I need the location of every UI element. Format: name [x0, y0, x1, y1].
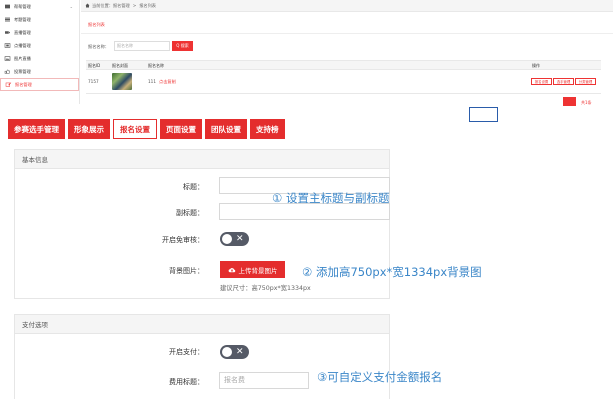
sidebar: 帮帮管理 ⌄ 考题管理 直播管理 点播管理 图片直播 投票管理 报名管理 [0, 0, 80, 104]
tab-image-display[interactable]: 形象展示 [68, 119, 110, 139]
breadcrumb-prefix: 当前位置： [92, 2, 113, 8]
tab-page-settings[interactable]: 页面设置 [160, 119, 202, 139]
cloud-upload-icon [228, 267, 235, 272]
thumbs-up-icon [4, 69, 10, 74]
sidebar-item-vod[interactable]: 点播管理 [0, 39, 79, 52]
column-header-ops: 操作 [532, 63, 540, 68]
sidebar-item-label: 考题管理 [14, 16, 31, 22]
subtitle-label: 副标题： [176, 209, 204, 217]
column-header-id: 报名ID [88, 63, 101, 68]
film-icon [4, 43, 11, 48]
panel-title: 基本信息 [15, 150, 389, 169]
sidebar-item-exam[interactable]: 考题管理 [0, 13, 79, 26]
tab-signup-list[interactable]: 报名列表 [88, 22, 105, 28]
search-button[interactable]: Q 搜索 [172, 41, 193, 51]
column-header-name: 报名名称 [148, 63, 164, 68]
sidebar-item-label: 直播管理 [14, 29, 31, 35]
tab-signup-settings[interactable]: 报名设置 [113, 119, 157, 139]
row-name: 111 [148, 79, 156, 84]
image-icon [4, 56, 11, 61]
sidebar-item-label: 报名管理 [15, 81, 32, 87]
toggle-knob [222, 234, 232, 244]
cover-thumbnail [112, 73, 132, 90]
sidebar-item-label: 图片直播 [14, 55, 31, 61]
breadcrumb: 当前位置： 报名管理 > 报名列表 [81, 0, 613, 12]
sidebar-item-label: 点播管理 [14, 42, 31, 48]
breadcrumb-level2[interactable]: 报名列表 [139, 3, 156, 9]
home-icon [85, 3, 90, 8]
annotation-background: ② 添加高750px*宽1334px背景图 [302, 265, 482, 279]
highlight-box [469, 107, 498, 122]
tab-contestants[interactable]: 参赛选手管理 [8, 119, 65, 139]
upload-button-label: 上传背景图片 [238, 266, 278, 275]
edit-icon [5, 82, 12, 87]
fee-title-input[interactable]: 报名费 [219, 372, 309, 389]
pagination-total: 共1条 [581, 100, 592, 105]
sidebar-item-label: 帮帮管理 [14, 3, 31, 9]
sidebar-item-label: 投票管理 [14, 68, 31, 74]
sidebar-item-photo-live[interactable]: 图片直播 [0, 52, 79, 65]
sidebar-item-bangbang[interactable]: 帮帮管理 ⌄ [0, 0, 79, 13]
video-icon [5, 31, 10, 34]
close-icon: ✕ [236, 234, 244, 244]
sidebar-item-live[interactable]: 直播管理 [0, 26, 79, 39]
pagination-current[interactable] [563, 97, 576, 106]
fee-title-label: 费用标题： [169, 378, 204, 386]
search-input[interactable]: 报名名称 [114, 41, 170, 51]
divider [81, 33, 613, 34]
column-header-cover: 报名封面 [112, 63, 128, 68]
signup-settings-button[interactable]: 报名设置 [531, 78, 552, 85]
search-label: 报名名称： [88, 44, 109, 49]
tab-support-ranking[interactable]: 支持榜 [250, 119, 285, 139]
enable-payment-label: 开启支付： [169, 348, 204, 356]
table-row: 7157 111 点击复制 报名设置 选手管理 分类管理 [86, 70, 601, 94]
exempt-review-label: 开启免审核： [162, 236, 204, 244]
close-icon: ✕ [236, 347, 244, 357]
breadcrumb-level1[interactable]: 报名管理 [113, 3, 130, 9]
toggle-knob [222, 347, 232, 357]
row-id: 7157 [88, 79, 99, 84]
enable-payment-toggle[interactable]: ✕ [220, 345, 249, 359]
table-header: 报名ID 报名封面 报名名称 操作 [86, 60, 601, 70]
upload-background-button[interactable]: 上传背景图片 [220, 261, 285, 278]
breadcrumb-separator: > [132, 3, 137, 8]
sidebar-item-vote[interactable]: 投票管理 [0, 65, 79, 78]
title-label: 标题： [183, 183, 204, 191]
chevron-down-icon: ⌄ [69, 4, 73, 9]
background-label: 背景图片： [169, 267, 204, 275]
exempt-review-toggle[interactable]: ✕ [220, 232, 249, 246]
settings-tabs: 参赛选手管理 形象展示 报名设置 页面设置 团队设置 支持榜 [8, 119, 285, 139]
list-icon [5, 17, 10, 22]
annotation-payment: ③可自定义支付金额报名 [317, 370, 443, 384]
sidebar-item-signup[interactable]: 报名管理 [0, 78, 79, 91]
panel-title: 支付选项 [15, 315, 389, 334]
category-manage-button[interactable]: 分类管理 [575, 78, 596, 85]
annotation-title: ① 设置主标题与副标题 [272, 191, 390, 205]
building-icon [5, 4, 10, 9]
size-hint: 建议尺寸：高750px*宽1334px [220, 285, 311, 292]
admin-list-screenshot: 帮帮管理 ⌄ 考题管理 直播管理 点播管理 图片直播 投票管理 报名管理 当前位… [0, 0, 613, 106]
tab-team-settings[interactable]: 团队设置 [205, 119, 247, 139]
copy-link[interactable]: 点击复制 [159, 79, 176, 85]
player-manage-button[interactable]: 选手管理 [553, 78, 574, 85]
